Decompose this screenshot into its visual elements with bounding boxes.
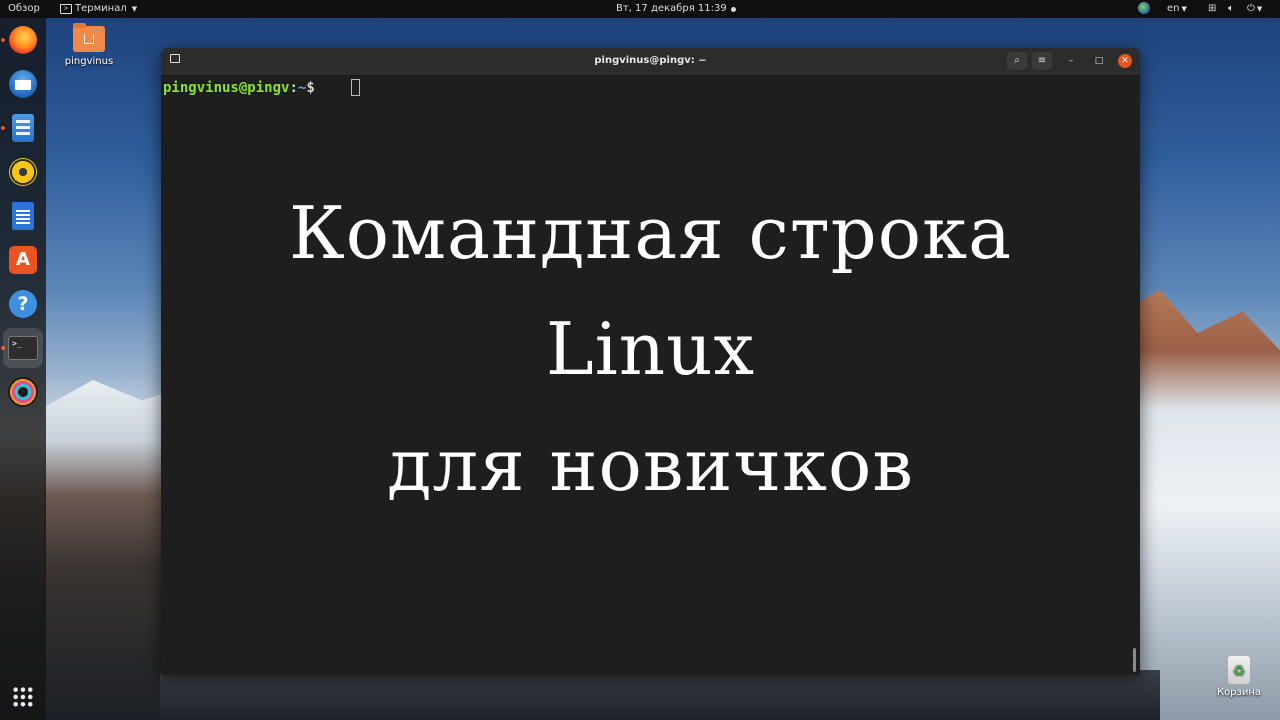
- prompt-colon: :: [289, 80, 298, 96]
- prompt-user-host: pingvinus@pingv: [163, 80, 290, 96]
- dock-item-camera[interactable]: [7, 376, 39, 408]
- text-cursor: [351, 79, 360, 96]
- prompt-symbol: $: [306, 80, 315, 96]
- clock-label: Вт, 17 декабря 11:39: [616, 3, 727, 14]
- dock-item-software[interactable]: A: [7, 244, 39, 276]
- overlay-title-line-1: Командная строка: [288, 191, 1013, 275]
- terminal-header-bar[interactable]: pingvinus@pingv: ~ ⌕ ≡ – □ ✕: [161, 48, 1140, 76]
- camera-icon: [8, 377, 38, 407]
- language-selector[interactable]: en ▼: [1167, 3, 1187, 15]
- power-menu-button[interactable]: ⏻︎ ▼: [1247, 3, 1262, 15]
- trash-icon: ♻: [1228, 656, 1250, 684]
- app-menu-label: Терминал: [75, 3, 127, 14]
- language-label: en: [1167, 3, 1180, 14]
- globe-icon[interactable]: [1138, 2, 1150, 14]
- dock-item-writer[interactable]: [7, 200, 39, 232]
- dock: A ? >_: [0, 18, 46, 720]
- terminal-app-icon: >: [60, 4, 72, 14]
- trash-label: Корзина: [1216, 687, 1262, 698]
- show-applications-grid-icon[interactable]: [12, 686, 34, 708]
- chevron-down-icon: ▼: [1256, 5, 1263, 13]
- shell-prompt: pingvinus@pingv:~$: [163, 79, 315, 97]
- app-menu-button[interactable]: > Терминал ▼: [60, 3, 137, 15]
- activities-button[interactable]: Обзор: [8, 3, 40, 15]
- dock-item-firefox[interactable]: [7, 24, 39, 56]
- wallpaper-mountain-bottom: [160, 670, 1160, 720]
- clock-button[interactable]: Вт, 17 декабря 11:39: [616, 3, 736, 15]
- home-folder-icon: [73, 23, 105, 52]
- close-icon: ✕: [1121, 56, 1129, 66]
- desktop-home-folder[interactable]: pingvinus: [62, 23, 116, 67]
- mail-icon: [9, 70, 37, 98]
- minimize-icon: –: [1068, 56, 1074, 66]
- chevron-down-icon: ▼: [1181, 5, 1187, 13]
- dock-item-terminal[interactable]: >_: [3, 328, 43, 368]
- window-title: pingvinus@pingv: ~: [594, 55, 707, 66]
- firefox-icon: [9, 26, 37, 54]
- scrollbar-thumb[interactable]: [1133, 648, 1136, 672]
- network-icon[interactable]: ⊞: [1208, 3, 1216, 15]
- volume-icon[interactable]: 🔈︎: [1228, 3, 1234, 15]
- hamburger-menu-icon: ≡: [1037, 55, 1047, 66]
- minimize-button[interactable]: –: [1064, 54, 1078, 68]
- running-indicator: [1, 38, 5, 42]
- close-button[interactable]: ✕: [1118, 54, 1132, 68]
- software-store-icon: A: [9, 246, 37, 274]
- dock-item-thunderbird[interactable]: [7, 68, 39, 100]
- dock-item-help[interactable]: ?: [7, 288, 39, 320]
- search-icon: ⌕: [1014, 55, 1020, 66]
- chevron-down-icon: ▼: [131, 5, 138, 13]
- home-folder-label: pingvinus: [64, 56, 114, 67]
- overlay-title-line-3: для новичков: [387, 423, 914, 507]
- help-icon: ?: [9, 290, 37, 318]
- desktop-trash[interactable]: ♻ Корзина: [1212, 656, 1266, 698]
- terminal-window[interactable]: pingvinus@pingv: ~ ⌕ ≡ – □ ✕ pingvinus@p…: [161, 48, 1140, 675]
- dock-item-files[interactable]: [7, 112, 39, 144]
- overlay-title-line-2: Linux: [545, 307, 756, 391]
- notification-dot-icon: [730, 6, 736, 12]
- running-indicator: [1, 126, 5, 130]
- maximize-button[interactable]: □: [1092, 54, 1106, 68]
- rhythmbox-icon: [9, 158, 37, 186]
- files-icon: [12, 114, 34, 142]
- search-button[interactable]: ⌕: [1007, 52, 1027, 70]
- terminal-icon: >_: [8, 336, 38, 360]
- writer-icon: [12, 202, 34, 230]
- menu-button[interactable]: ≡: [1032, 52, 1052, 70]
- maximize-icon: □: [1094, 56, 1104, 66]
- top-bar: Обзор > Терминал ▼ Вт, 17 декабря 11:39 …: [0, 0, 1280, 18]
- terminal-body[interactable]: pingvinus@pingv:~$ Командная строка Linu…: [161, 75, 1140, 675]
- dock-item-rhythmbox[interactable]: [7, 156, 39, 188]
